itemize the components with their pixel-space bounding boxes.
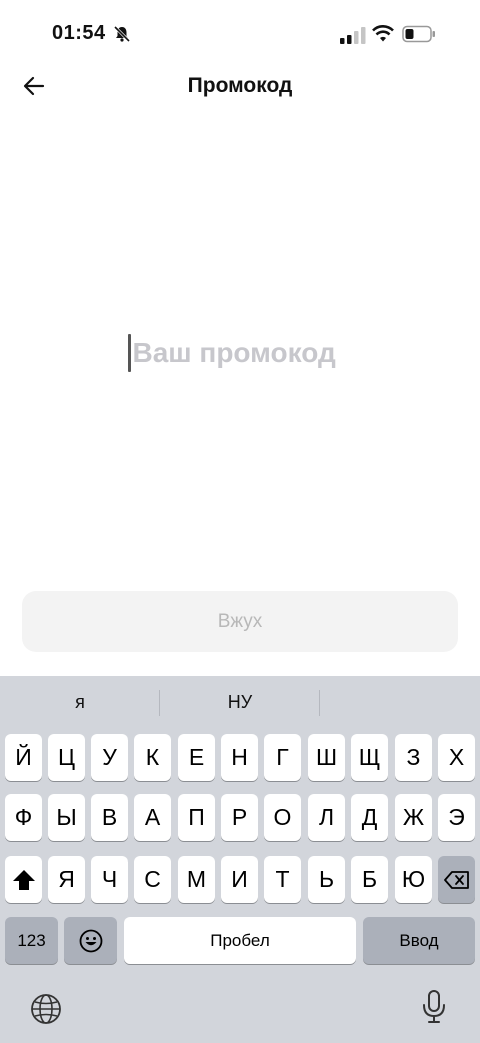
wifi-icon [372,25,394,42]
shift-key[interactable] [5,856,42,903]
key-letter[interactable]: У [91,734,128,781]
key-letter[interactable]: Э [438,794,475,841]
suggestion-divider [319,690,320,716]
key-letter[interactable]: Ю [395,856,432,903]
key-letter[interactable]: М [178,856,215,903]
key-letter[interactable]: К [134,734,171,781]
key-letter[interactable]: Е [178,734,215,781]
cellular-signal-icon [340,27,366,44]
key-letter[interactable]: Ф [5,794,42,841]
key-letter[interactable]: Я [48,856,85,903]
bell-slash-icon [113,25,131,43]
key-letter[interactable]: Т [264,856,301,903]
key-letter[interactable]: Д [351,794,388,841]
enter-key[interactable]: Ввод [363,917,475,964]
microphone-button[interactable] [418,990,450,1023]
key-letter[interactable]: Ц [48,734,85,781]
key-letter[interactable]: Ы [48,794,85,841]
key-letter[interactable]: Ч [91,856,128,903]
globe-icon [31,994,61,1024]
key-letter[interactable]: З [395,734,432,781]
suggestion-bar: я НУ [0,676,480,730]
promo-input[interactable] [132,337,353,369]
globe-button[interactable] [30,993,62,1025]
key-letter[interactable]: Б [351,856,388,903]
key-letter[interactable]: Ж [395,794,432,841]
backspace-icon [443,870,469,889]
emoji-key[interactable] [64,917,117,964]
key-letter[interactable]: Ш [308,734,345,781]
key-letter[interactable]: Й [5,734,42,781]
key-letter[interactable]: Г [264,734,301,781]
key-letter[interactable]: О [264,794,301,841]
text-cursor [127,334,131,372]
shift-icon [12,869,35,890]
key-letter[interactable]: Ь [308,856,345,903]
page-title: Промокод [187,74,293,97]
keyboard: я НУ Й Ц У К Е Н Г Ш Щ З Х Ф Ы В А П Р О… [0,676,480,1043]
key-letter[interactable]: Х [438,734,475,781]
status-time: 01:54 [52,22,106,44]
suggestion-2[interactable]: НУ [160,692,320,713]
submit-button[interactable]: Вжух [22,591,458,652]
key-letter[interactable]: В [91,794,128,841]
key-letter[interactable]: А [134,794,171,841]
space-key[interactable]: Пробел [124,917,356,964]
key-letter[interactable]: Р [221,794,258,841]
key-letter[interactable]: Л [308,794,345,841]
backspace-key[interactable] [438,856,475,903]
key-letter[interactable]: П [178,794,215,841]
numbers-key[interactable]: 123 [5,917,58,964]
emoji-icon [79,929,102,952]
promo-field [0,328,480,378]
header: Промокод [0,60,480,112]
microphone-icon [423,990,445,1023]
key-letter[interactable]: С [134,856,171,903]
key-letter[interactable]: И [221,856,258,903]
key-letter[interactable]: Щ [351,734,388,781]
suggestion-1[interactable]: я [0,692,160,713]
key-letter[interactable]: Н [221,734,258,781]
battery-icon [402,25,435,43]
